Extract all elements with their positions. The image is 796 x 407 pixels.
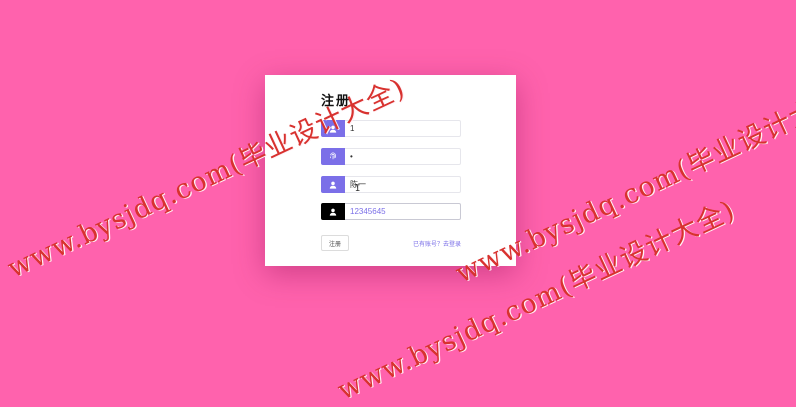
fingerprint-icon: [321, 148, 345, 165]
user-icon: [321, 203, 345, 220]
user-icon: [321, 176, 345, 193]
field-2: [321, 148, 461, 165]
login-link[interactable]: 已有账号？去登录: [413, 239, 461, 248]
name-input[interactable]: [345, 176, 461, 193]
register-button[interactable]: 注册: [321, 235, 349, 251]
text-cursor-icon: I: [355, 184, 361, 194]
field-4: [321, 203, 461, 220]
field-3: [321, 176, 461, 193]
phone-input[interactable]: [345, 203, 461, 220]
password-input[interactable]: [345, 148, 461, 165]
